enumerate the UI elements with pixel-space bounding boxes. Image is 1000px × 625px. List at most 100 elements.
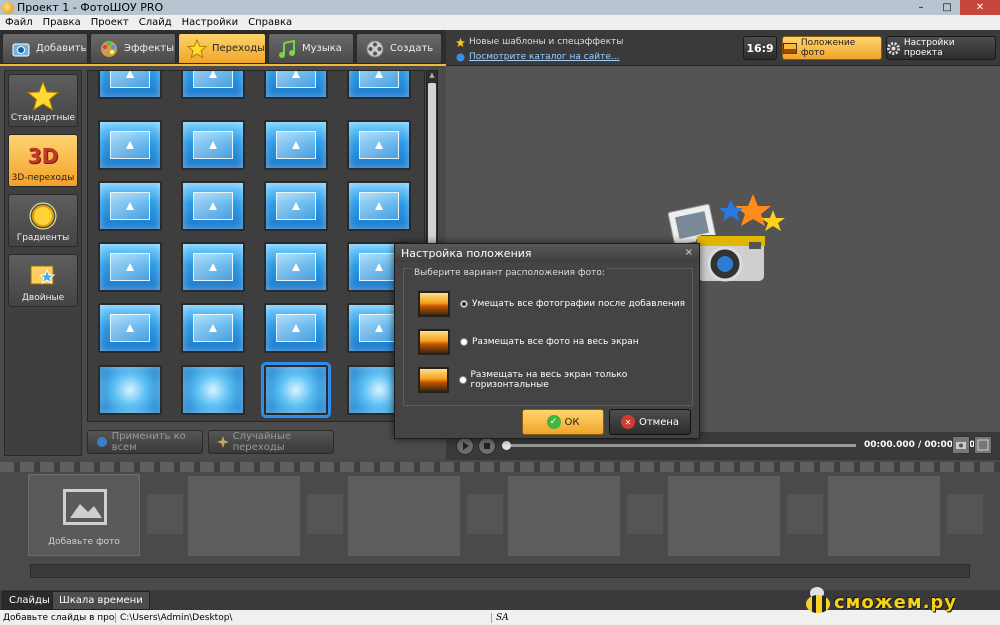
tab-effects[interactable]: Эффекты (90, 33, 176, 64)
play-button[interactable] (456, 437, 474, 455)
cancel-button[interactable]: ✕ Отмена (609, 409, 691, 435)
tab-effects-label: Эффекты (124, 43, 174, 54)
play-icon (463, 442, 469, 450)
transition-thumb[interactable] (264, 242, 328, 292)
slide-slot[interactable] (668, 476, 780, 556)
transition-thumb[interactable] (181, 242, 245, 292)
menu-slide[interactable]: Слайд (134, 17, 177, 28)
scroll-up-icon[interactable]: ▲ (427, 71, 437, 81)
transition-thumb[interactable] (98, 365, 162, 415)
tab-timeline[interactable]: Шкала времени (52, 591, 150, 610)
group-label: Выберите вариант расположения фото: (412, 268, 607, 278)
random-transitions-button[interactable]: Случайные переходы (208, 430, 334, 454)
transition-thumb[interactable] (181, 181, 245, 231)
slide-slot[interactable] (508, 476, 620, 556)
aspect-ratio-button[interactable]: 16:9 (743, 36, 777, 60)
menu-edit[interactable]: Правка (38, 17, 86, 28)
photo-icon (783, 42, 797, 54)
fullscreen-button[interactable] (974, 436, 992, 454)
status-hint: Добавьте слайды в проект... (0, 612, 116, 623)
menu-project[interactable]: Проект (86, 17, 134, 28)
transition-thumb[interactable] (264, 181, 328, 231)
ok-button[interactable]: ✓ ОК (522, 409, 604, 435)
transition-thumb[interactable] (181, 71, 245, 99)
stop-button[interactable] (478, 437, 496, 455)
scrollbar-thumb[interactable] (428, 83, 436, 263)
random-transitions-label: Случайные переходы (232, 431, 292, 453)
tab-create[interactable]: Создать (356, 33, 442, 64)
transition-thumb[interactable] (98, 242, 162, 292)
transition-slot[interactable] (787, 494, 823, 534)
menu-help[interactable]: Справка (243, 17, 297, 28)
transition-slot[interactable] (627, 494, 663, 534)
catalog-link[interactable]: Посмотрите каталог на сайте... (456, 52, 619, 62)
add-photo-slot[interactable]: Добавьте фото (28, 474, 140, 556)
tab-add[interactable]: Добавить (2, 33, 88, 64)
transitions-panel: Стандартные 3D 3D-переходы Градиенты Дво… (0, 66, 446, 460)
tab-music-label: Музыка (302, 43, 342, 54)
check-icon: ✓ (546, 415, 561, 429)
tab-slides[interactable]: Слайды (2, 591, 57, 610)
radio-fill-horizontal[interactable] (458, 376, 467, 384)
menu-bar: Файл Правка Проект Слайд Настройки Справ… (0, 15, 1000, 30)
category-3d[interactable]: 3D 3D-переходы (8, 134, 78, 187)
transition-thumb[interactable] (264, 120, 328, 170)
category-label: 3D-переходы (11, 173, 75, 183)
snapshot-button[interactable] (952, 436, 970, 454)
transition-thumb[interactable] (98, 181, 162, 231)
small-star-icon (456, 37, 465, 47)
transition-thumb[interactable] (181, 365, 245, 415)
close-window-button[interactable]: ✕ (960, 0, 1000, 15)
apply-to-all-button[interactable]: Применить ко всем (87, 430, 203, 454)
catalog-link-text: Посмотрите каталог на сайте... (469, 52, 620, 62)
slide-slot[interactable] (348, 476, 460, 556)
title-bar: Проект 1 - ФотоШОУ PRO – □ ✕ (0, 0, 1000, 15)
transition-thumb[interactable] (98, 71, 162, 99)
transition-thumb[interactable] (181, 120, 245, 170)
window-title: Проект 1 - ФотоШОУ PRO (17, 1, 164, 14)
radio-fit-all[interactable] (460, 300, 468, 308)
tab-add-label: Добавить (36, 43, 87, 54)
option-fill-horizontal[interactable]: Размещать на весь экран только горизонта… (418, 365, 698, 395)
filmstrip-scrollbar[interactable] (30, 564, 970, 578)
transition-thumb-selected[interactable] (261, 362, 331, 418)
dialog-close-button[interactable]: × (685, 247, 693, 258)
option-label: Умещать все фотографии после добавления (472, 299, 686, 309)
transition-slot[interactable] (947, 494, 983, 534)
menu-settings[interactable]: Настройки (177, 17, 243, 28)
minimize-button[interactable]: – (908, 0, 934, 15)
category-gradients[interactable]: Градиенты (8, 194, 78, 247)
category-list: Стандартные 3D 3D-переходы Градиенты Дво… (4, 70, 82, 456)
transition-thumb[interactable] (181, 303, 245, 353)
category-standard[interactable]: Стандартные (8, 74, 78, 127)
transition-thumb[interactable] (98, 120, 162, 170)
project-settings-button[interactable]: Настройки проекта (886, 36, 996, 60)
menu-file[interactable]: Файл (0, 17, 38, 28)
sparkle-icon (217, 436, 228, 448)
transition-thumb[interactable] (264, 71, 328, 99)
star-icon (27, 81, 59, 111)
radio-fill-all[interactable] (460, 338, 468, 346)
news-text: Новые шаблоны и спецэффекты (469, 37, 624, 47)
transition-thumb[interactable] (347, 120, 411, 170)
transition-thumb[interactable] (347, 181, 411, 231)
transition-thumb[interactable] (264, 303, 328, 353)
transition-slot[interactable] (467, 494, 503, 534)
transition-slot[interactable] (147, 494, 183, 534)
category-double[interactable]: Двойные (8, 254, 78, 307)
transition-slot[interactable] (307, 494, 343, 534)
playback-progress-slider[interactable] (502, 441, 856, 450)
slide-slot[interactable] (188, 476, 300, 556)
slide-slot[interactable] (828, 476, 940, 556)
status-extra: SA (496, 612, 509, 623)
option-fit-all[interactable]: Умещать все фотографии после добавления (418, 289, 698, 319)
transition-thumb[interactable] (347, 71, 411, 99)
maximize-button[interactable]: □ (934, 0, 960, 15)
tab-transitions[interactable]: Переходы (178, 33, 266, 64)
tab-create-label: Создать (390, 43, 434, 54)
progress-knob[interactable] (502, 441, 511, 450)
transition-thumb[interactable] (98, 303, 162, 353)
tab-music[interactable]: Музыка (268, 33, 354, 64)
option-fill-all[interactable]: Размещать все фото на весь экран (418, 327, 698, 357)
photo-position-button[interactable]: Положение фото (782, 36, 882, 60)
